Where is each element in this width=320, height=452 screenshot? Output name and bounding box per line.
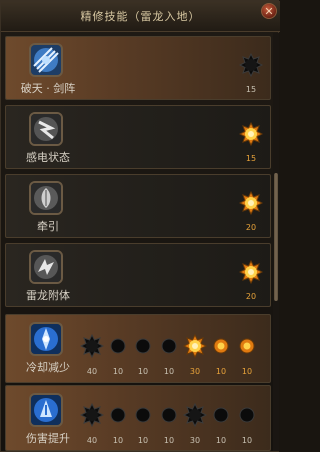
- skill-node-active[interactable]: [213, 338, 229, 354]
- node-cost: 10: [112, 436, 124, 445]
- skill-name: 牵引: [37, 220, 59, 233]
- skill-node-active[interactable]: [239, 122, 263, 146]
- skill-node-inactive[interactable]: [135, 407, 151, 423]
- node-cost: 15: [245, 154, 257, 163]
- node-cost: 10: [137, 436, 149, 445]
- traction-icon[interactable]: [29, 181, 63, 215]
- sword-formation-icon[interactable]: [29, 43, 63, 77]
- node-cost: 20: [245, 223, 257, 232]
- damage-boost-icon[interactable]: [29, 393, 63, 427]
- skill-row-sword-formation: 破天 · 剑阵 15: [5, 36, 271, 100]
- skill-name: 雷龙附体: [26, 289, 70, 302]
- skill-node-inactive[interactable]: [239, 407, 255, 423]
- skill-node-inactive[interactable]: [80, 403, 104, 427]
- skill-node-active[interactable]: [239, 338, 255, 354]
- skill-node-inactive[interactable]: [135, 338, 151, 354]
- skill-row-thunder-dragon-possession: 雷龙附体 20: [5, 243, 271, 307]
- skill-node-active[interactable]: [183, 334, 207, 358]
- node-cost: 10: [215, 436, 227, 445]
- refine-skill-panel: 精修技能（雷龙入地） ✕ 破天 · 剑阵 15 感电状态 15 牵引 20 雷龙…: [0, 0, 280, 452]
- skill-name: 破天 · 剑阵: [20, 82, 76, 95]
- skill-node-inactive[interactable]: [183, 403, 207, 427]
- node-cost: 10: [163, 367, 175, 376]
- node-cost: 10: [215, 367, 227, 376]
- skill-name: 伤害提升: [26, 432, 70, 445]
- skill-node-inactive[interactable]: [161, 338, 177, 354]
- panel-title: 精修技能（雷龙入地）: [80, 10, 201, 23]
- node-cost: 40: [86, 367, 98, 376]
- node-cost: 15: [245, 85, 257, 94]
- node-cost: 10: [163, 436, 175, 445]
- skill-node-inactive[interactable]: [80, 334, 104, 358]
- electrified-state-icon[interactable]: [29, 112, 63, 146]
- node-cost: 10: [137, 367, 149, 376]
- close-icon: ✕: [264, 5, 274, 18]
- node-cost: 10: [112, 367, 124, 376]
- skill-node-inactive[interactable]: [110, 407, 126, 423]
- title-bar: 精修技能（雷龙入地）: [1, 1, 280, 32]
- skill-name: 冷却减少: [26, 361, 70, 374]
- skill-row-damage-boost: 伤害提升 40 10 10 10 30 10 10: [5, 385, 271, 451]
- node-cost: 30: [189, 436, 201, 445]
- node-cost: 10: [241, 367, 253, 376]
- skill-row-traction: 牵引 20: [5, 174, 271, 238]
- skill-node-inactive[interactable]: [213, 407, 229, 423]
- node-cost: 40: [86, 436, 98, 445]
- skill-node-inactive[interactable]: [110, 338, 126, 354]
- skill-name: 感电状态: [26, 151, 70, 164]
- thunder-dragon-possession-icon[interactable]: [29, 250, 63, 284]
- skill-node-active[interactable]: [239, 260, 263, 284]
- node-cost: 10: [241, 436, 253, 445]
- close-button[interactable]: ✕: [261, 3, 277, 19]
- node-cost: 20: [245, 292, 257, 301]
- skill-node-inactive[interactable]: [239, 53, 263, 77]
- scrollbar-thumb[interactable]: [274, 173, 278, 301]
- skill-node-active[interactable]: [239, 191, 263, 215]
- skill-row-cooldown-reduction: 冷却减少 40 10 10 10 30 10 10: [5, 314, 271, 383]
- skill-node-inactive[interactable]: [161, 407, 177, 423]
- node-cost: 30: [189, 367, 201, 376]
- skill-row-electrified-state: 感电状态 15: [5, 105, 271, 169]
- cooldown-reduction-icon[interactable]: [29, 322, 63, 356]
